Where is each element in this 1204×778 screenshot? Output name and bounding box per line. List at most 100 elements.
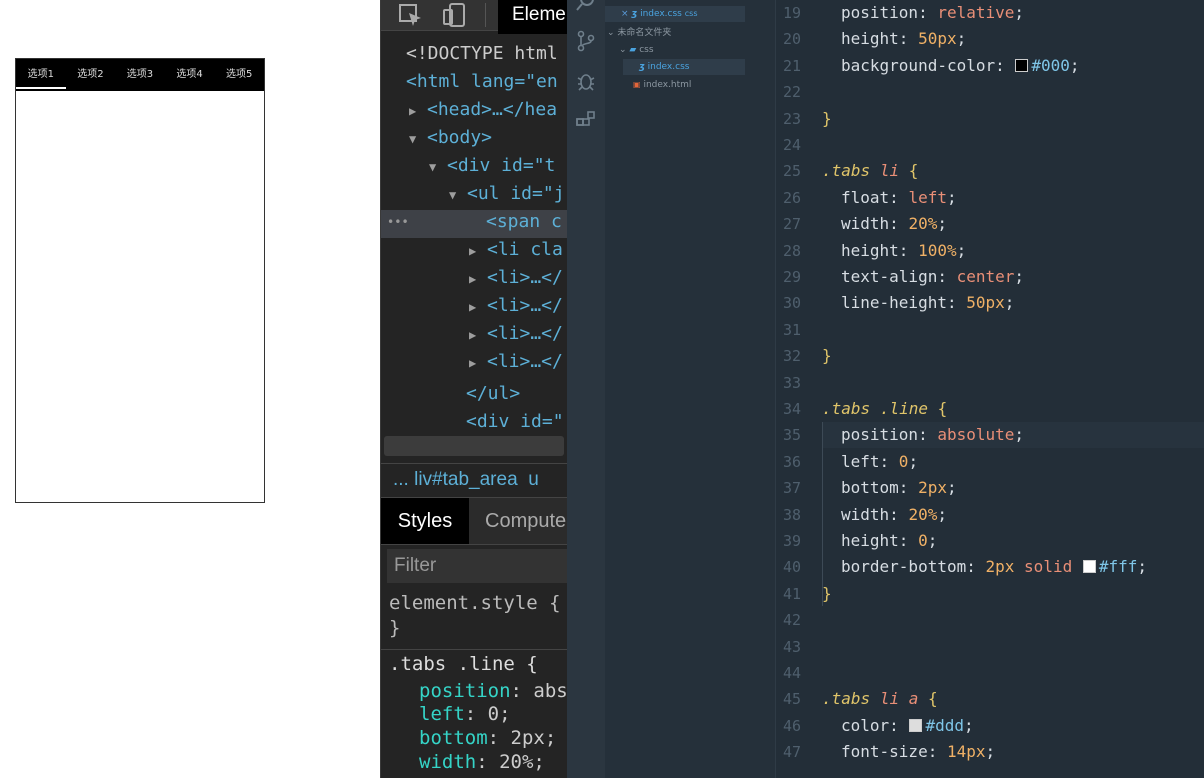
tree-node-body[interactable]: ▼ <body> <box>409 124 492 152</box>
line-number: 24 <box>782 136 801 154</box>
folder-css[interactable]: ⌄ ▰ css <box>619 42 654 58</box>
collapse-triangle-icon[interactable]: ▼ <box>429 153 447 181</box>
breadcrumb[interactable]: ... liv#tab_area u <box>381 463 568 495</box>
code-line[interactable]: border-bottom: 2px solid #fff; <box>841 554 1147 580</box>
code-line[interactable]: bottom: 2px; <box>841 475 957 501</box>
code-line[interactable]: } <box>822 343 832 369</box>
indent-guide <box>822 422 823 606</box>
tree-node-head[interactable]: ▶ <head>…</hea <box>409 96 557 124</box>
element-style-selector: element.style { <box>389 592 561 614</box>
line-number: 45 <box>782 690 801 708</box>
tab-option-3[interactable]: 选项3 <box>115 59 165 91</box>
line-number: 21 <box>782 57 801 75</box>
code-line[interactable]: font-size: 14px; <box>841 739 995 765</box>
rule-prop-bottom[interactable]: bottom: 2px; <box>419 727 556 749</box>
code-line[interactable]: text-align: center; <box>841 264 1024 290</box>
code-line[interactable]: .tabs .line { <box>822 396 947 422</box>
code-line[interactable]: float: left; <box>841 185 957 211</box>
code-line[interactable]: height: 0; <box>841 528 937 554</box>
search-icon[interactable] <box>575 0 597 16</box>
tree-node-div-2[interactable]: <div id=" <box>466 408 564 436</box>
line-number: 26 <box>782 189 801 207</box>
rule-prop-left[interactable]: left: 0; <box>419 703 511 725</box>
tree-node-ul[interactable]: ▼ <ul id="j <box>449 180 565 208</box>
expand-triangle-icon[interactable]: ▶ <box>469 265 487 293</box>
styles-panel-tabs: Styles Compute <box>381 497 568 545</box>
collapse-triangle-icon[interactable]: ▼ <box>409 125 427 153</box>
code-line[interactable]: color: #ddd; <box>841 713 974 739</box>
line-number: 47 <box>782 743 801 761</box>
code-line[interactable]: height: 100%; <box>841 238 966 264</box>
rule-prop-position[interactable]: position: abs <box>419 680 568 702</box>
code-line[interactable]: line-height: 50px; <box>841 290 1014 316</box>
file-label: index.css <box>647 62 690 72</box>
line-number: 27 <box>782 215 801 233</box>
line-number: 22 <box>782 83 801 101</box>
code-line[interactable]: } <box>822 581 832 607</box>
tab-computed[interactable]: Compute <box>485 498 566 544</box>
expand-triangle-icon[interactable]: ▶ <box>409 97 427 125</box>
code-line[interactable]: width: 20%; <box>841 211 947 237</box>
code-line[interactable]: background-color: #000; <box>841 53 1080 79</box>
code-line[interactable]: position: absolute; <box>841 422 1024 448</box>
rule-prop-width[interactable]: width: 20%; <box>419 751 545 773</box>
code-line[interactable]: position: relative; <box>841 0 1024 26</box>
color-swatch[interactable] <box>909 719 923 732</box>
line-number: 23 <box>782 110 801 128</box>
expand-triangle-icon[interactable]: ▶ <box>469 237 487 265</box>
inspect-cursor-icon[interactable] <box>397 0 423 30</box>
folder-label: 未命名文件夹 <box>617 28 672 38</box>
code-line[interactable]: .tabs li { <box>822 158 918 184</box>
color-swatch[interactable] <box>1015 59 1029 72</box>
code-line[interactable]: } <box>822 106 832 132</box>
close-icon[interactable]: × <box>621 9 629 19</box>
line-number: 34 <box>782 400 801 418</box>
folder-label: css <box>639 45 654 55</box>
device-toolbar-icon[interactable] <box>441 0 467 30</box>
expand-triangle-icon[interactable]: ▶ <box>469 321 487 349</box>
line-number: 42 <box>782 611 801 629</box>
tree-node-li-3[interactable]: ▶ <li>…</ <box>469 292 563 320</box>
tab-styles[interactable]: Styles <box>381 498 469 544</box>
horizontal-scrollbar[interactable] <box>384 436 564 456</box>
open-editor-index-css[interactable]: × ʒ index.css css <box>605 6 745 22</box>
code-editor[interactable]: 19 20 21 22 23 24 25 26 27 28 29 30 31 3… <box>775 0 1204 778</box>
dom-tree: <!DOCTYPE html <html lang="en ▶ <head>…</… <box>381 36 568 436</box>
folder-untitled[interactable]: ⌄ 未命名文件夹 <box>607 25 671 41</box>
file-path-hint: css <box>684 9 698 18</box>
tree-node-html[interactable]: <html lang="en <box>406 68 558 96</box>
code-line[interactable]: height: 50px; <box>841 26 966 52</box>
tree-node-li-1[interactable]: ▶ <li cla <box>469 236 563 264</box>
line-number: 32 <box>782 347 801 365</box>
source-control-icon[interactable] <box>575 30 597 52</box>
line-number: 29 <box>782 268 801 286</box>
tab-bar: 选项1 选项2 选项3 选项4 选项5 <box>16 59 264 91</box>
debug-icon[interactable] <box>575 70 597 92</box>
code-line[interactable]: width: 20%; <box>841 502 947 528</box>
extensions-icon[interactable] <box>575 110 597 132</box>
file-index-html[interactable]: ▣ index.html <box>633 77 691 93</box>
tab-option-4[interactable]: 选项4 <box>165 59 215 91</box>
tree-node-ul-close[interactable]: </ul> <box>466 380 520 408</box>
tree-node-li-2[interactable]: ▶ <li>…</ <box>469 264 563 292</box>
tab-option-2[interactable]: 选项2 <box>66 59 116 91</box>
tab-elements[interactable]: Eleme <box>498 0 568 34</box>
tree-node-doctype[interactable]: <!DOCTYPE html <box>406 40 558 68</box>
tab-option-5[interactable]: 选项5 <box>214 59 264 91</box>
line-number: 20 <box>782 30 801 48</box>
collapse-triangle-icon[interactable]: ▼ <box>449 181 467 209</box>
tree-node-span[interactable]: <span c <box>486 208 562 236</box>
color-swatch[interactable] <box>1082 560 1096 573</box>
tree-node-li-4[interactable]: ▶ <li>…</ <box>469 320 563 348</box>
expand-triangle-icon[interactable]: ▶ <box>469 349 487 377</box>
expand-triangle-icon[interactable]: ▶ <box>469 293 487 321</box>
tree-node-div[interactable]: ▼ <div id="t <box>429 152 555 180</box>
css-file-icon: ʒ <box>639 62 645 72</box>
selected-node-menu-dots[interactable]: ••• <box>387 208 409 236</box>
code-line[interactable]: left: 0; <box>841 449 918 475</box>
file-index-css[interactable]: ʒ index.css <box>623 59 745 75</box>
element-style-close: } <box>389 617 401 639</box>
styles-filter-input[interactable]: Filter <box>387 549 568 583</box>
tree-node-li-5[interactable]: ▶ <li>…</ <box>469 348 563 376</box>
code-line[interactable]: .tabs li a { <box>822 686 938 712</box>
